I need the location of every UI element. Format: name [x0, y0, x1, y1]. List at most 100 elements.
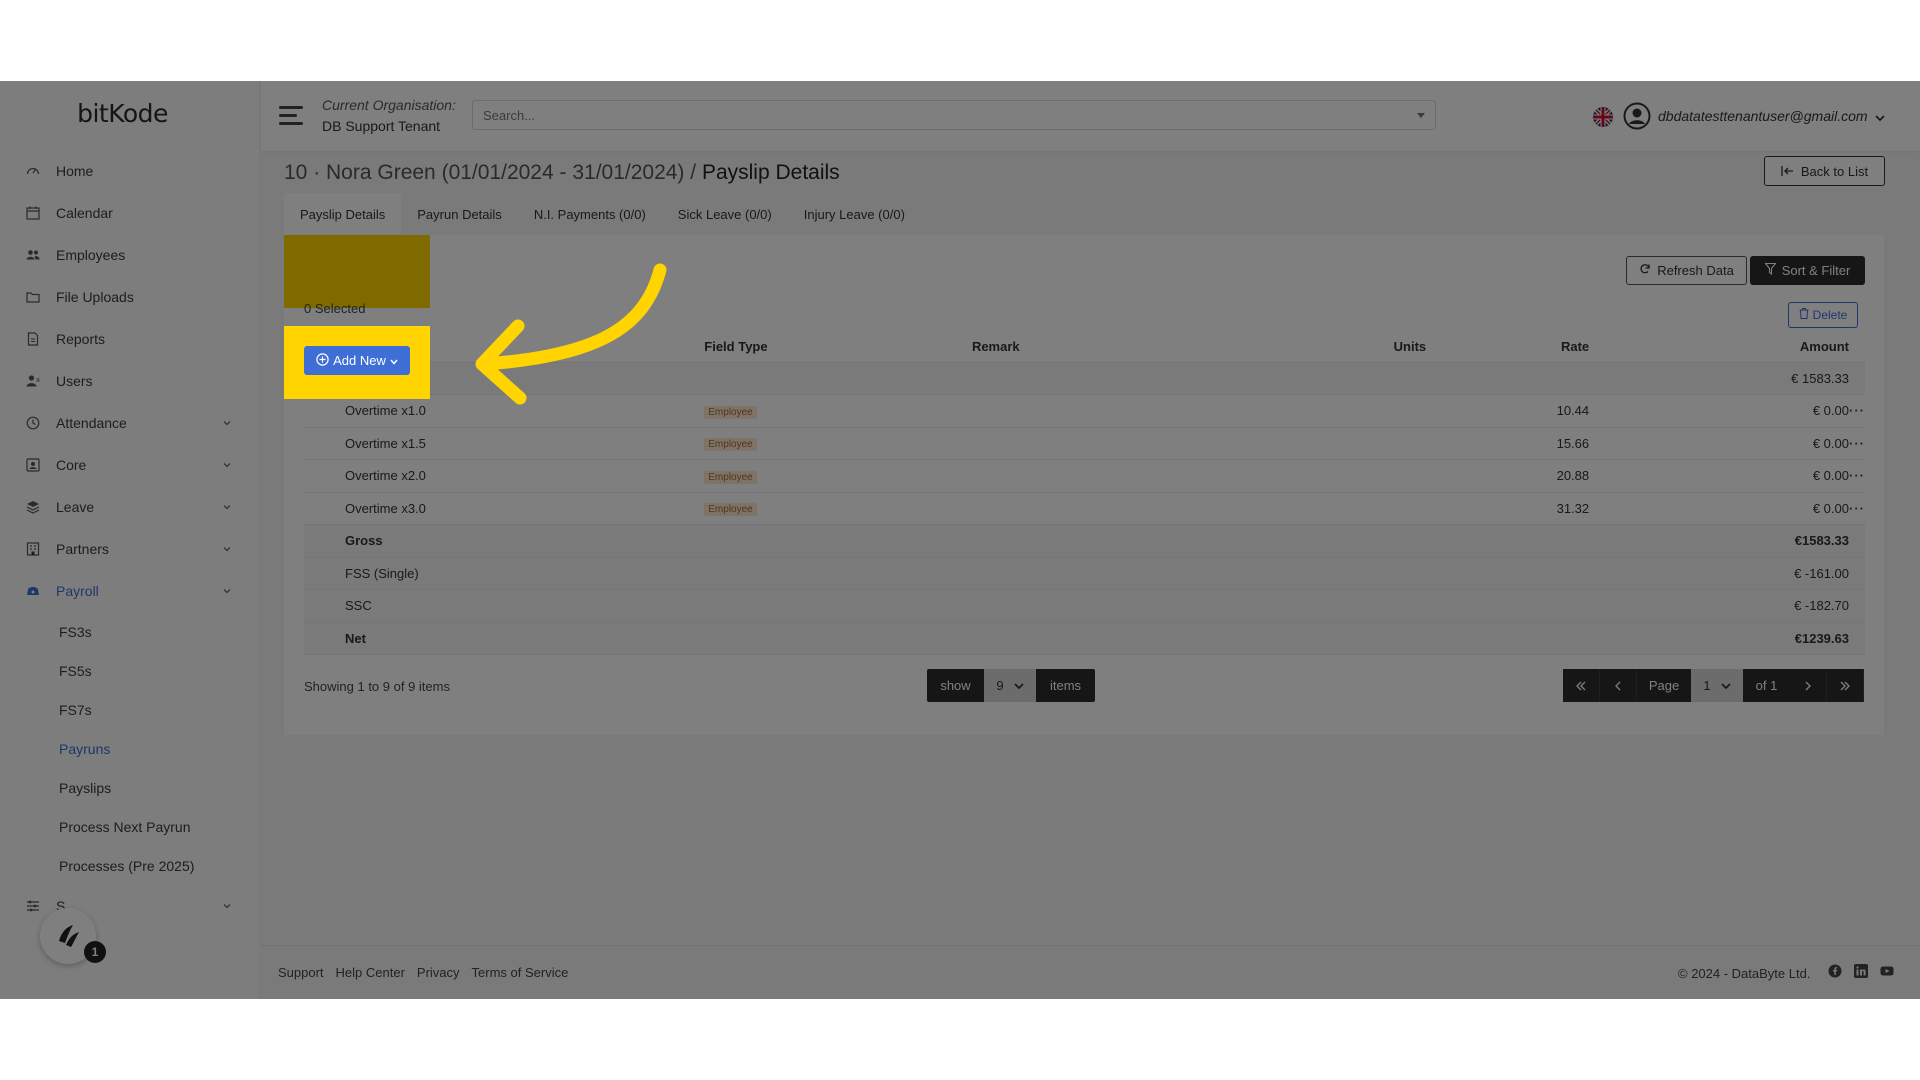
cell-rate: 10.44 — [1426, 394, 1590, 428]
tab-injury-leave-0-0[interactable]: Injury Leave (0/0) — [788, 193, 921, 235]
footer-link-terms-of-service[interactable]: Terms of Service — [472, 965, 569, 980]
sidebar-subitem-fs5s[interactable]: FS5s — [0, 651, 259, 690]
cell-field-type: Employee — [704, 459, 972, 493]
table-row[interactable]: Gross €1583.33 — [304, 524, 1865, 558]
sidebar-item-home[interactable]: Home — [0, 150, 259, 192]
next-page-icon[interactable] — [1790, 669, 1827, 702]
search-box[interactable] — [472, 100, 1436, 130]
page-label: Page — [1637, 669, 1691, 702]
search-caret-icon[interactable] — [1417, 113, 1425, 118]
app-logo: bitKode — [77, 99, 168, 128]
user-avatar-icon[interactable] — [1623, 102, 1651, 130]
back-to-list-button[interactable]: Back to List — [1764, 156, 1885, 186]
sidebar-item-leave[interactable]: Leave — [0, 486, 259, 528]
sidebar-item-attendance[interactable]: Attendance — [0, 402, 259, 444]
sidebar-subitem-processes-pre-2025-[interactable]: Processes (Pre 2025) — [0, 846, 259, 885]
col-amount[interactable]: Amount — [1589, 331, 1849, 363]
sidebar-item-file-uploads[interactable]: File Uploads — [0, 276, 259, 318]
table-row[interactable]: Overtime x1.5 Employee 15.66 € 0.00 ··· — [304, 427, 1865, 460]
table-row[interactable]: FSS (Single) € -161.00 — [304, 557, 1865, 590]
more-options-icon[interactable]: ··· — [1849, 468, 1865, 483]
col-remark[interactable]: Remark — [971, 331, 1298, 363]
sidebar-item-label: File Uploads — [56, 289, 134, 305]
user-email[interactable]: dbdatatesttenantuser@gmail.com — [1658, 108, 1868, 124]
sidebar-item-calendar[interactable]: Calendar — [0, 192, 259, 234]
footer-link-support[interactable]: Support — [278, 965, 324, 980]
prev-page-icon[interactable] — [1600, 669, 1637, 702]
sidebar-item-partners[interactable]: Partners — [0, 528, 259, 570]
sidebar-subitem-payruns[interactable]: Payruns — [0, 729, 259, 768]
sidebar-item-payroll[interactable]: Payroll — [0, 570, 259, 612]
cell-field-type: Employee — [704, 492, 972, 525]
calendar-icon — [26, 206, 40, 220]
table-row[interactable]: Overtime x2.0 Employee 20.88 € 0.00 ··· — [304, 459, 1865, 493]
cell-remark — [971, 524, 1298, 558]
pagination-control: Page 1 of 1 — [1563, 669, 1864, 702]
chevron-down-icon — [390, 353, 398, 368]
uk-flag-icon[interactable] — [1593, 107, 1613, 127]
linkedin-icon[interactable] — [1854, 964, 1868, 978]
field-type-badge: Employee — [704, 405, 757, 419]
cell-amount: € 1583.33 — [1589, 362, 1849, 395]
refresh-data-button[interactable]: Refresh Data — [1626, 256, 1747, 285]
delete-label: Delete — [1812, 308, 1848, 322]
cell-rate — [1426, 557, 1590, 590]
cell-amount: €1239.63 — [1589, 622, 1849, 655]
items-label: items — [1036, 669, 1095, 702]
sidebar-subitem-payslips[interactable]: Payslips — [0, 768, 259, 807]
tab-sick-leave-0-0[interactable]: Sick Leave (0/0) — [662, 193, 788, 235]
folder-icon — [26, 290, 40, 304]
footer: Support Help Center Privacy Terms of Servic… — [261, 945, 1920, 999]
sidebar-item-core[interactable]: Core — [0, 444, 259, 486]
footer-link-help-center[interactable]: Help Center — [336, 965, 405, 980]
tab-payslip-details[interactable]: Payslip Details — [284, 193, 402, 235]
more-options-icon[interactable]: ··· — [1849, 436, 1865, 451]
sidebar-item-settings[interactable]: S... — [0, 885, 259, 927]
youtube-icon[interactable] — [1880, 964, 1894, 978]
add-new-button[interactable]: Add New — [304, 346, 410, 375]
cell-rate: 20.88 — [1426, 459, 1590, 493]
footer-link-privacy[interactable]: Privacy — [417, 965, 460, 980]
search-input[interactable] — [473, 101, 1373, 129]
chevron-down-icon — [221, 416, 233, 428]
cell-actions: ··· — [1849, 459, 1865, 493]
page-title: 10 · Nora Green (01/01/2024 - 31/01/2024… — [284, 161, 840, 185]
chevron-down-icon — [1720, 678, 1731, 693]
copyright: © 2024 - DataByte Ltd. — [1678, 966, 1811, 981]
sort-filter-button[interactable]: Sort & Filter — [1750, 256, 1865, 285]
cell-units — [1297, 589, 1427, 623]
last-page-icon[interactable] — [1827, 669, 1864, 702]
col-units[interactable]: Units — [1297, 331, 1427, 363]
sidebar-subitem-fs3s[interactable]: FS3s — [0, 612, 259, 651]
more-options-icon[interactable]: ··· — [1849, 501, 1865, 516]
page-size-select[interactable]: 9 — [984, 669, 1036, 702]
add-new-highlight — [284, 235, 430, 308]
cell-rate: 15.66 — [1426, 427, 1590, 460]
field-type-badge: Employee — [704, 470, 757, 484]
sidebar-item-employees[interactable]: Employees — [0, 234, 259, 276]
table-row[interactable]: Overtime x3.0 Employee 31.32 € 0.00 ··· — [304, 492, 1865, 525]
sidebar-item-label: Core — [56, 457, 87, 473]
cell-units — [1297, 557, 1427, 590]
col-rate[interactable]: Rate — [1426, 331, 1590, 363]
delete-button[interactable]: Delete — [1788, 302, 1858, 328]
tab-n-i-payments-0-0[interactable]: N.I. Payments (0/0) — [518, 193, 662, 235]
table-row[interactable]: Net €1239.63 — [304, 622, 1865, 655]
sidebar-subitem-process-next-payrun[interactable]: Process Next Payrun — [0, 807, 259, 846]
cell-field-type — [704, 589, 972, 623]
sidebar-item-reports[interactable]: Reports — [0, 318, 259, 360]
table-row[interactable]: SSC € -182.70 — [304, 589, 1865, 623]
menu-toggle-icon[interactable] — [279, 106, 303, 126]
back-arrow-icon — [1781, 164, 1793, 179]
facebook-icon[interactable] — [1828, 964, 1842, 978]
col-field-type[interactable]: Field Type — [704, 331, 972, 363]
sidebar-subitem-fs7s[interactable]: FS7s — [0, 690, 259, 729]
sidebar: bitKode Home Calendar Employees File Upload… — [0, 81, 259, 999]
first-page-icon[interactable] — [1563, 669, 1600, 702]
more-options-icon[interactable]: ··· — [1849, 403, 1865, 418]
cell-field: Overtime x2.0 — [304, 459, 705, 493]
sidebar-item-users[interactable]: Users — [0, 360, 259, 402]
tab-payrun-details[interactable]: Payrun Details — [401, 193, 518, 235]
page-select[interactable]: 1 — [1691, 669, 1743, 702]
chevron-down-icon[interactable] — [1875, 110, 1885, 122]
